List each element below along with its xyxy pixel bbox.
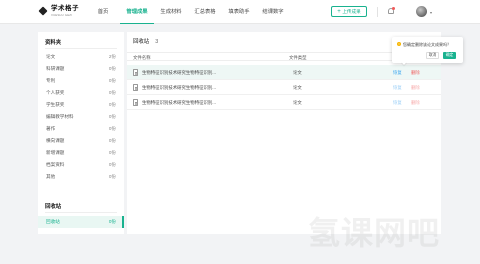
file-icon xyxy=(133,99,138,106)
sidebar-item-label: 横向课题 xyxy=(46,138,65,143)
nav-home[interactable]: 首页 xyxy=(86,0,120,24)
cancel-button[interactable]: 取消 xyxy=(426,52,439,59)
sidebar-item-count: 0份 xyxy=(108,126,116,131)
sidebar-item-label: 论文 xyxy=(46,54,56,59)
delete-link[interactable]: 删除 xyxy=(411,85,420,91)
column-header-type: 文件类型 xyxy=(289,55,307,60)
sidebar-item-count: 0份 xyxy=(108,102,116,107)
delete-link[interactable]: 删除 xyxy=(411,70,420,76)
delete-confirm-popover: ! 您确定删除该论文成果吗？ 取消 确定 xyxy=(392,37,463,63)
table-row[interactable]: 生物特征识别技术研究生物特征识别... 论文 恢复 删除 xyxy=(127,95,441,110)
file-name: 生物特征识别技术研究生物特征识别... xyxy=(142,70,216,75)
plus-icon: + xyxy=(337,8,341,15)
sidebar-item-count: 0份 xyxy=(108,138,116,143)
table-row[interactable]: 生物特征识别技术研究生物特征识别... 论文 恢复 删除 xyxy=(127,80,441,95)
upload-results-button[interactable]: + 上传成果 xyxy=(331,6,367,17)
sidebar-item-label: 科研课题 xyxy=(46,66,65,71)
logo-subtitle: XUESHU GEZI xyxy=(51,12,73,17)
confirm-button[interactable]: 确定 xyxy=(443,52,456,59)
sidebar-item-count: 0份 xyxy=(108,114,116,119)
nav-manage-results[interactable]: 管理成果 xyxy=(120,0,154,24)
sidebar-item-book[interactable]: 著作 0份 xyxy=(38,123,124,135)
sidebar-item-label: 编辑教学材料 xyxy=(46,114,74,119)
page-title: 回收站 3 xyxy=(133,37,158,45)
top-bar: 学术格子 XUESHU GEZI 首页 管理成果 生成材料 汇总表格 填表助手 … xyxy=(0,0,480,24)
sidebar: 资料夹 论文 2份 科研课题 0份 专利 0份 个人获奖 0份 学生获奖 0份 编辑教学材… xyxy=(38,32,124,234)
sidebar-item-teaching-materials[interactable]: 编辑教学材料 0份 xyxy=(38,111,124,123)
logo-cube-icon xyxy=(38,6,48,16)
file-name: 生物特征识别技术研究生物特征识别... xyxy=(142,85,216,90)
sidebar-item-label: 著作 xyxy=(46,126,56,131)
sidebar-item-count: 0份 xyxy=(108,174,116,179)
file-icon xyxy=(133,84,138,91)
logo[interactable]: 学术格子 XUESHU GEZI xyxy=(38,5,79,17)
file-type: 论文 xyxy=(293,100,302,105)
sidebar-item-count: 0份 xyxy=(108,66,116,71)
sidebar-item-personal-award[interactable]: 个人获奖 0份 xyxy=(38,87,124,99)
sidebar-item-horizontal-project[interactable]: 横向课题 0份 xyxy=(38,135,124,147)
warning-icon: ! xyxy=(397,42,401,46)
sidebar-item-count: 2份 xyxy=(108,54,116,59)
sidebar-item-count: 0份 xyxy=(108,150,116,155)
sidebar-item-label: 回收站 xyxy=(46,219,60,224)
sidebar-item-label: 新增课题 xyxy=(46,150,65,155)
nav-course-digital[interactable]: 结课数字 xyxy=(256,0,290,24)
page-title-text: 回收站 xyxy=(133,39,150,45)
sidebar-section-recycle: 回收站 xyxy=(45,204,62,210)
upload-label: 上传成果 xyxy=(342,8,361,14)
sidebar-section-folders: 资料夹 xyxy=(45,40,62,46)
restore-link[interactable]: 恢复 xyxy=(393,70,402,76)
restore-link[interactable]: 恢复 xyxy=(393,100,402,106)
sidebar-item-patent[interactable]: 专利 0份 xyxy=(38,75,124,87)
popover-message: 您确定删除该论文成果吗？ xyxy=(403,42,451,47)
delete-link[interactable]: 删除 xyxy=(411,100,420,106)
column-header-name: 文件名称 xyxy=(133,55,151,60)
sidebar-item-recycle-bin[interactable]: 回收站 0份 xyxy=(38,216,124,228)
chevron-down-icon[interactable]: ▾ xyxy=(430,10,432,15)
sidebar-divider xyxy=(45,212,117,213)
table-row[interactable]: 生物特征识别技术研究生物特征识别... 论文 恢复 删除 xyxy=(127,65,441,80)
file-name: 生物特征识别技术研究生物特征识别... xyxy=(142,100,216,105)
sidebar-item-student-award[interactable]: 学生获奖 0份 xyxy=(38,99,124,111)
nav-summary-tables[interactable]: 汇总表格 xyxy=(188,0,222,24)
sidebar-item-label: 专利 xyxy=(46,78,56,83)
sidebar-item-count: 0份 xyxy=(108,90,116,95)
main-nav: 首页 管理成果 生成材料 汇总表格 填表助手 结课数字 xyxy=(86,0,290,24)
sidebar-item-label: 其他 xyxy=(46,174,56,179)
sidebar-item-other[interactable]: 其他 0份 xyxy=(38,171,124,183)
sidebar-item-research-project[interactable]: 科研课题 0份 xyxy=(38,63,124,75)
sidebar-item-count: 0份 xyxy=(108,78,116,83)
file-type: 论文 xyxy=(293,70,302,75)
sidebar-item-new-project[interactable]: 新增课题 0份 xyxy=(38,147,124,159)
header-divider xyxy=(377,7,378,17)
sidebar-item-count: 0份 xyxy=(108,162,116,167)
file-icon xyxy=(133,69,138,76)
nav-generate-materials[interactable]: 生成材料 xyxy=(154,0,188,24)
file-type: 论文 xyxy=(293,85,302,90)
nav-form-assistant[interactable]: 填表助手 xyxy=(222,0,256,24)
avatar[interactable] xyxy=(416,6,427,17)
sidebar-item-archives[interactable]: 档案资料 0份 xyxy=(38,159,124,171)
sidebar-item-label: 学生获奖 xyxy=(46,102,65,107)
notification-bell-icon[interactable] xyxy=(386,6,396,17)
notification-dot xyxy=(392,7,395,10)
sidebar-item-count: 0份 xyxy=(108,219,116,224)
item-count: 3 xyxy=(155,39,159,45)
logo-title: 学术格子 xyxy=(51,5,79,12)
sidebar-divider xyxy=(45,48,117,49)
sidebar-item-label: 档案资料 xyxy=(46,162,65,167)
sidebar-item-label: 个人获奖 xyxy=(46,90,65,95)
watermark: 氢课网吧 xyxy=(308,214,441,252)
restore-link[interactable]: 恢复 xyxy=(393,85,402,91)
sidebar-item-paper[interactable]: 论文 2份 xyxy=(38,51,124,63)
